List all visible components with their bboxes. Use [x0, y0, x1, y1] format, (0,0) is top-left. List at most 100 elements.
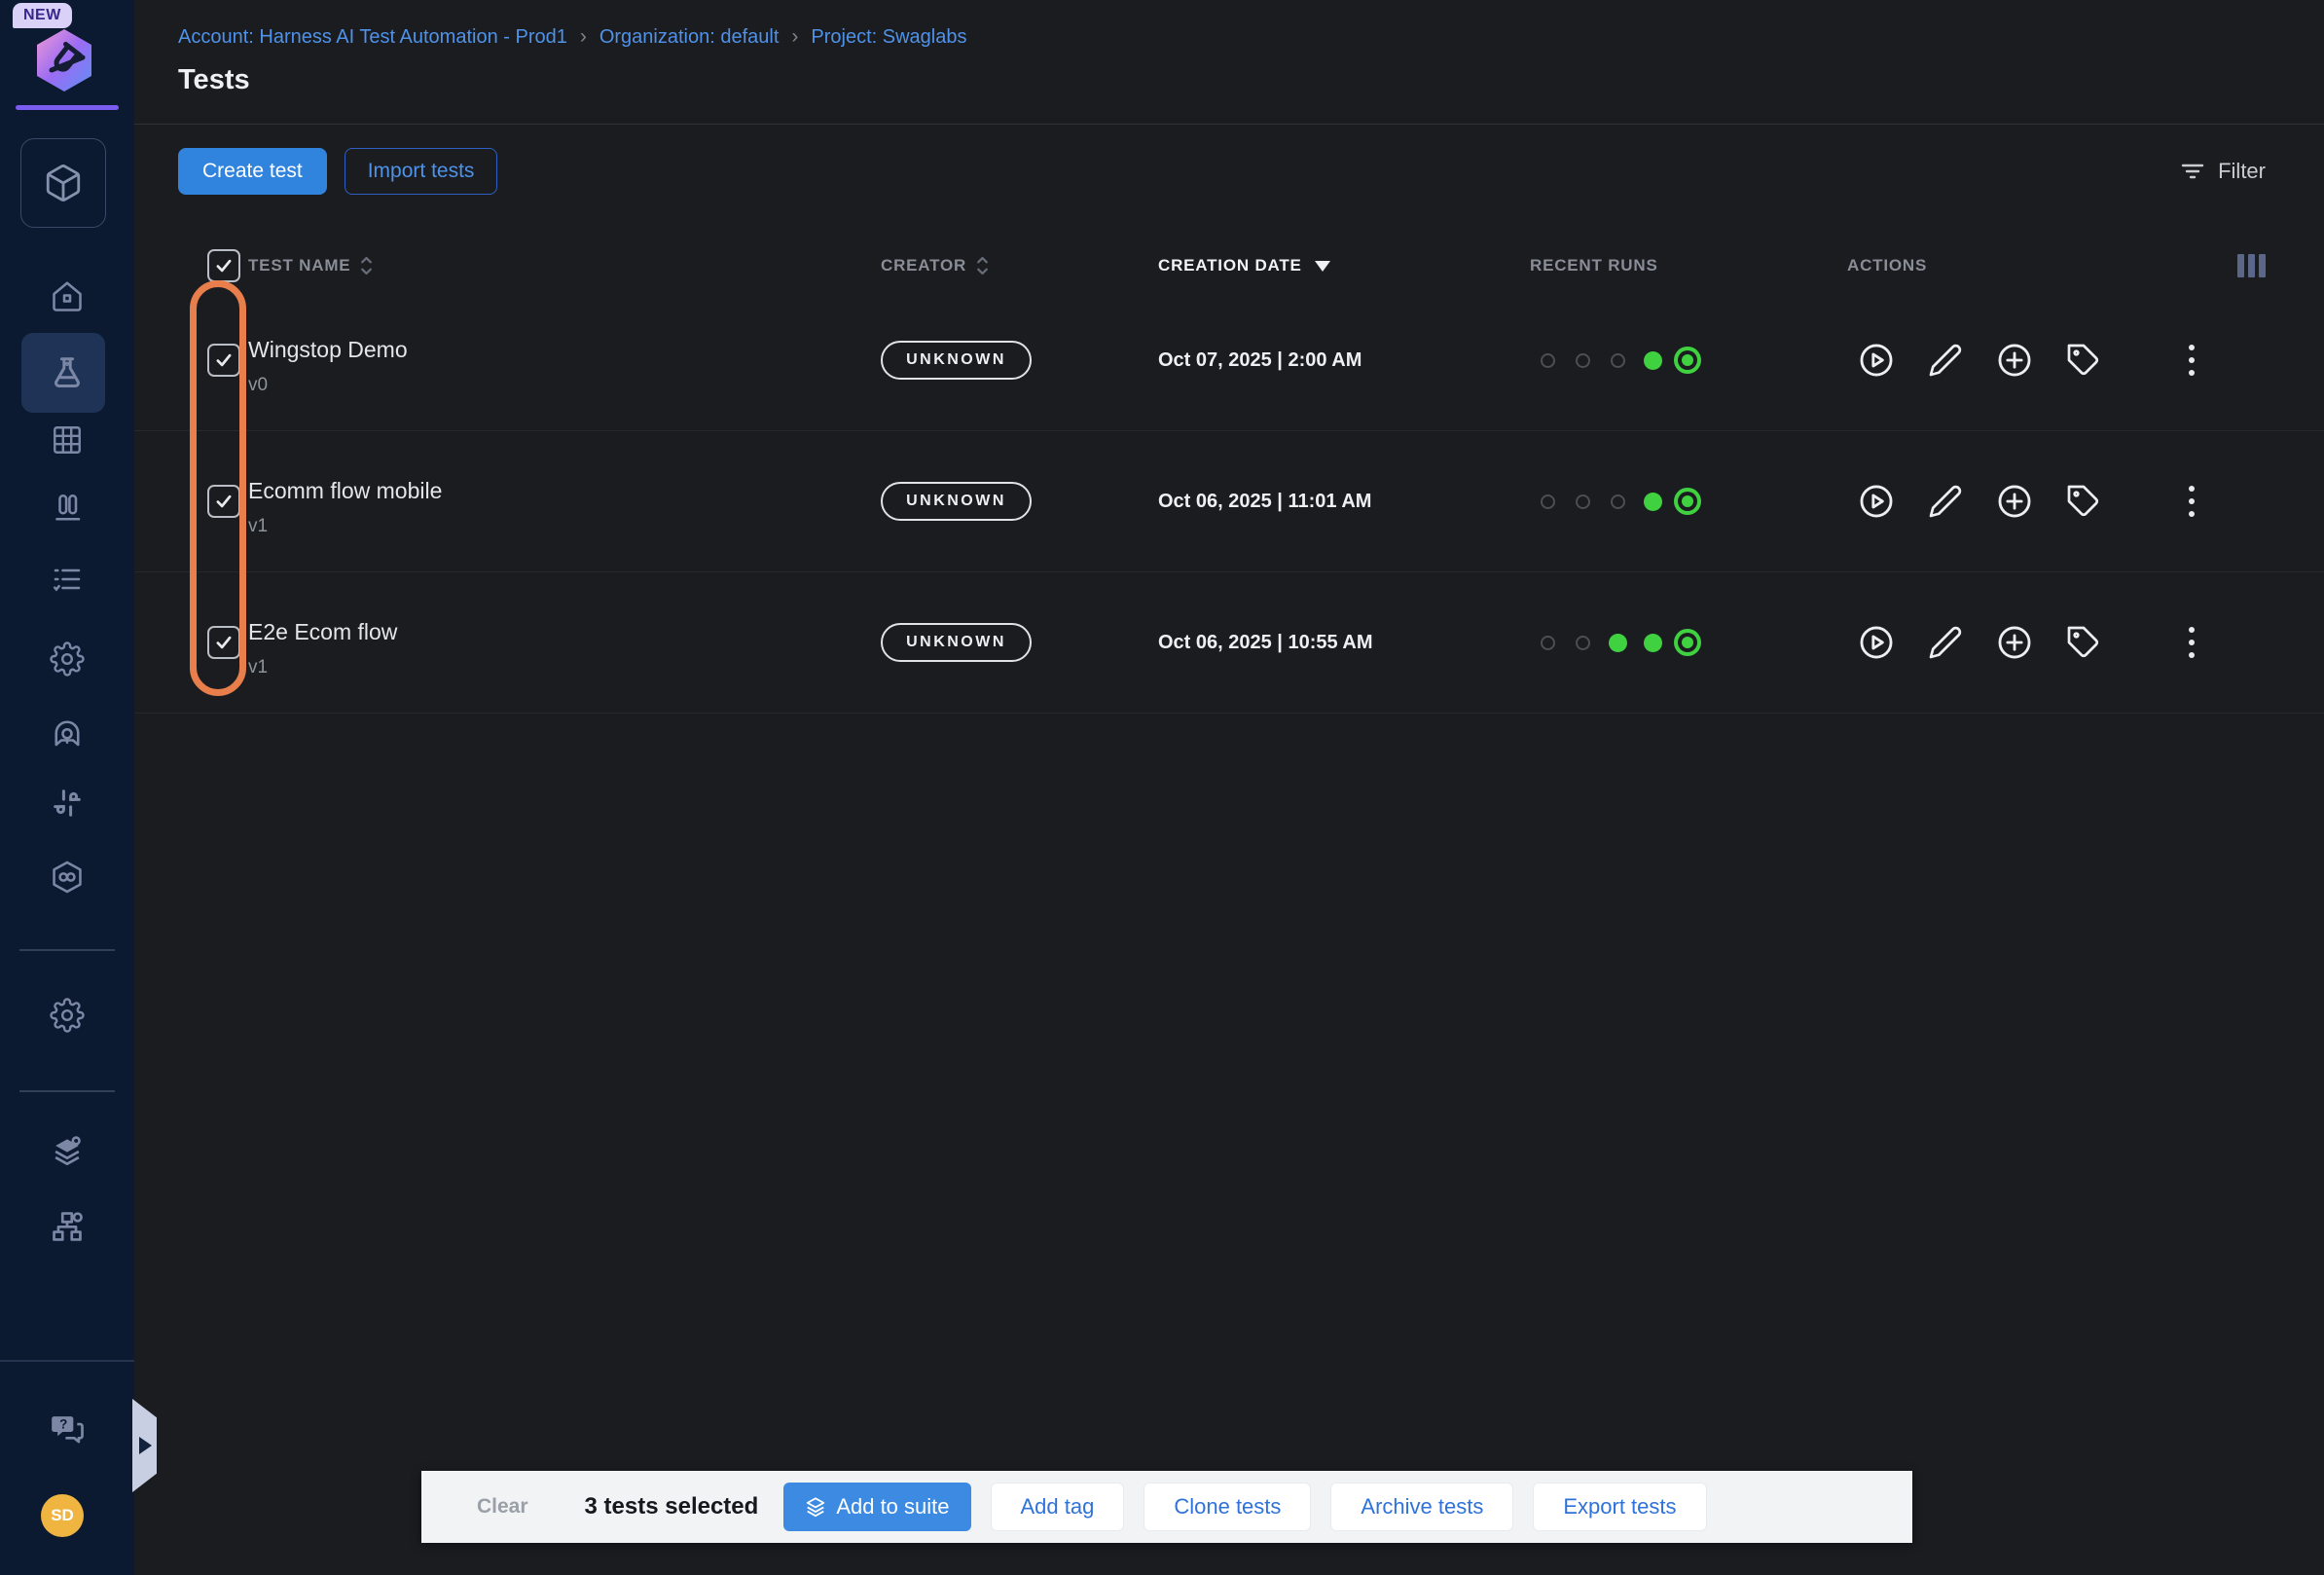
- chevron-separator: ›: [791, 25, 798, 49]
- selection-bar: Clear 3 tests selected Add to suite Add …: [421, 1471, 1912, 1543]
- tag-button[interactable]: [2062, 339, 2105, 382]
- edit-test-button[interactable]: [1924, 480, 1967, 523]
- archive-tests-button[interactable]: Archive tests: [1330, 1483, 1513, 1531]
- import-tests-button[interactable]: Import tests: [345, 148, 498, 195]
- select-all-checkbox[interactable]: [207, 249, 240, 282]
- test-name[interactable]: Wingstop Demo: [248, 337, 881, 363]
- pencil-icon: [1928, 484, 1963, 519]
- creator-badge: UNKNOWN: [881, 482, 1032, 521]
- test-name-cell[interactable]: Wingstop Demo v0: [248, 337, 881, 396]
- sidebar-item-checklist[interactable]: [46, 558, 89, 601]
- tag-icon: [2066, 343, 2101, 378]
- run-test-button[interactable]: [1855, 621, 1898, 664]
- home-icon: [50, 279, 85, 314]
- sidebar-item-home[interactable]: [46, 275, 89, 318]
- filter-button[interactable]: Filter: [2180, 159, 2266, 184]
- pills-icon: [50, 491, 85, 526]
- more-options-button[interactable]: [2180, 486, 2203, 517]
- row-checkbox[interactable]: [207, 344, 240, 377]
- sidebar-item-pipelines[interactable]: [46, 856, 89, 898]
- add-to-suite-button[interactable]: [1993, 339, 2036, 382]
- column-selector-icon[interactable]: [2237, 254, 2266, 277]
- column-header-test-name[interactable]: TEST NAME: [248, 255, 881, 276]
- check-icon: [213, 255, 235, 276]
- sidebar-item-resources[interactable]: [46, 1130, 89, 1173]
- chevron-separator: ›: [580, 25, 587, 49]
- sidebar-item-tests[interactable]: [46, 351, 89, 394]
- run-test-button[interactable]: [1855, 339, 1898, 382]
- pencil-icon: [1928, 343, 1963, 378]
- add-to-suite-bar-button[interactable]: Add to suite: [783, 1483, 970, 1531]
- plus-circle-icon: [1996, 624, 2033, 661]
- checklist-icon: [50, 562, 85, 597]
- clear-selection-button[interactable]: Clear: [477, 1495, 528, 1519]
- check-icon: [213, 349, 235, 371]
- page-header: Account: Harness AI Test Automation - Pr…: [134, 0, 2324, 125]
- column-header-creator[interactable]: CREATOR: [881, 255, 1158, 276]
- test-name[interactable]: E2e Ecom flow: [248, 619, 881, 645]
- add-to-suite-button[interactable]: [1993, 480, 2036, 523]
- page-title: Tests: [178, 64, 2324, 96]
- edit-test-button[interactable]: [1924, 621, 1967, 664]
- breadcrumb: Account: Harness AI Test Automation - Pr…: [178, 25, 2324, 49]
- plus-circle-icon: [1996, 483, 2033, 520]
- row-checkbox[interactable]: [207, 626, 240, 659]
- run-test-button[interactable]: [1855, 480, 1898, 523]
- user-avatar[interactable]: SD: [41, 1494, 84, 1537]
- export-tests-button[interactable]: Export tests: [1533, 1483, 1706, 1531]
- run-status-dot-passed: [1609, 634, 1627, 652]
- run-status-dot-passed-ring: [1682, 354, 1693, 366]
- tag-icon: [2066, 484, 2101, 519]
- sidebar-item-account-settings[interactable]: [46, 994, 89, 1037]
- slack-icon: [50, 786, 85, 821]
- sidebar-item-integrations[interactable]: [46, 782, 89, 824]
- create-test-button[interactable]: Create test: [178, 148, 327, 195]
- sidebar-item-help[interactable]: ?: [46, 1407, 89, 1449]
- column-header-creation-date[interactable]: CREATION DATE: [1158, 256, 1530, 275]
- cube-icon: [43, 163, 84, 203]
- run-status-dot-none: [1541, 494, 1555, 509]
- row-actions: [1847, 339, 2266, 382]
- sidebar-divider: [19, 1090, 115, 1092]
- product-logo-icon[interactable]: [32, 26, 96, 94]
- clone-tests-button[interactable]: Clone tests: [1144, 1483, 1311, 1531]
- filter-label: Filter: [2218, 159, 2266, 184]
- column-header-recent-runs: RECENT RUNS: [1530, 256, 1847, 275]
- add-to-suite-button[interactable]: [1993, 621, 2036, 664]
- gear-icon: [50, 641, 85, 677]
- sidebar-item-grid[interactable]: [46, 419, 89, 461]
- module-selector-button[interactable]: [20, 138, 106, 228]
- gear-icon: [50, 998, 85, 1033]
- edit-test-button[interactable]: [1924, 339, 1967, 382]
- sidebar-item-agents[interactable]: [46, 712, 89, 754]
- row-checkbox[interactable]: [207, 485, 240, 518]
- tag-button[interactable]: [2062, 621, 2105, 664]
- tag-button[interactable]: [2062, 480, 2105, 523]
- more-options-button[interactable]: [2180, 627, 2203, 658]
- org-chart-gear-icon: [49, 1208, 86, 1245]
- breadcrumb-org-link[interactable]: Organization: default: [599, 26, 780, 49]
- filter-icon: [2180, 161, 2205, 182]
- recent-runs-indicator[interactable]: [1530, 346, 1847, 375]
- toolbar: Create test Import tests Filter: [178, 148, 2266, 195]
- sidebar-item-runs[interactable]: [46, 487, 89, 530]
- test-name-cell[interactable]: E2e Ecom flow v1: [248, 619, 881, 678]
- run-status-dot-none: [1576, 353, 1590, 368]
- sidebar: NEW: [0, 0, 134, 1575]
- test-name-cell[interactable]: Ecomm flow mobile v1: [248, 478, 881, 537]
- add-tag-button[interactable]: Add tag: [991, 1483, 1125, 1531]
- recent-runs-indicator[interactable]: [1530, 487, 1847, 516]
- sort-carets-icon: [975, 255, 990, 276]
- more-options-button[interactable]: [2180, 345, 2203, 376]
- sidebar-item-settings-project[interactable]: [46, 638, 89, 680]
- creation-date: Oct 06, 2025 | 11:01 AM: [1158, 491, 1530, 513]
- plus-circle-icon: [1996, 342, 2033, 379]
- breadcrumb-project-link[interactable]: Project: Swaglabs: [811, 26, 966, 49]
- tests-page: { "sidebar": { "new_badge": "NEW", "avat…: [0, 0, 2324, 1575]
- breadcrumb-account-link[interactable]: Account: Harness AI Test Automation - Pr…: [178, 26, 567, 49]
- test-name[interactable]: Ecomm flow mobile: [248, 478, 881, 504]
- play-circle-icon: [1858, 624, 1895, 661]
- recent-runs-indicator[interactable]: [1530, 628, 1847, 657]
- agent-icon: [50, 715, 85, 751]
- sidebar-item-org-structure[interactable]: [46, 1205, 89, 1248]
